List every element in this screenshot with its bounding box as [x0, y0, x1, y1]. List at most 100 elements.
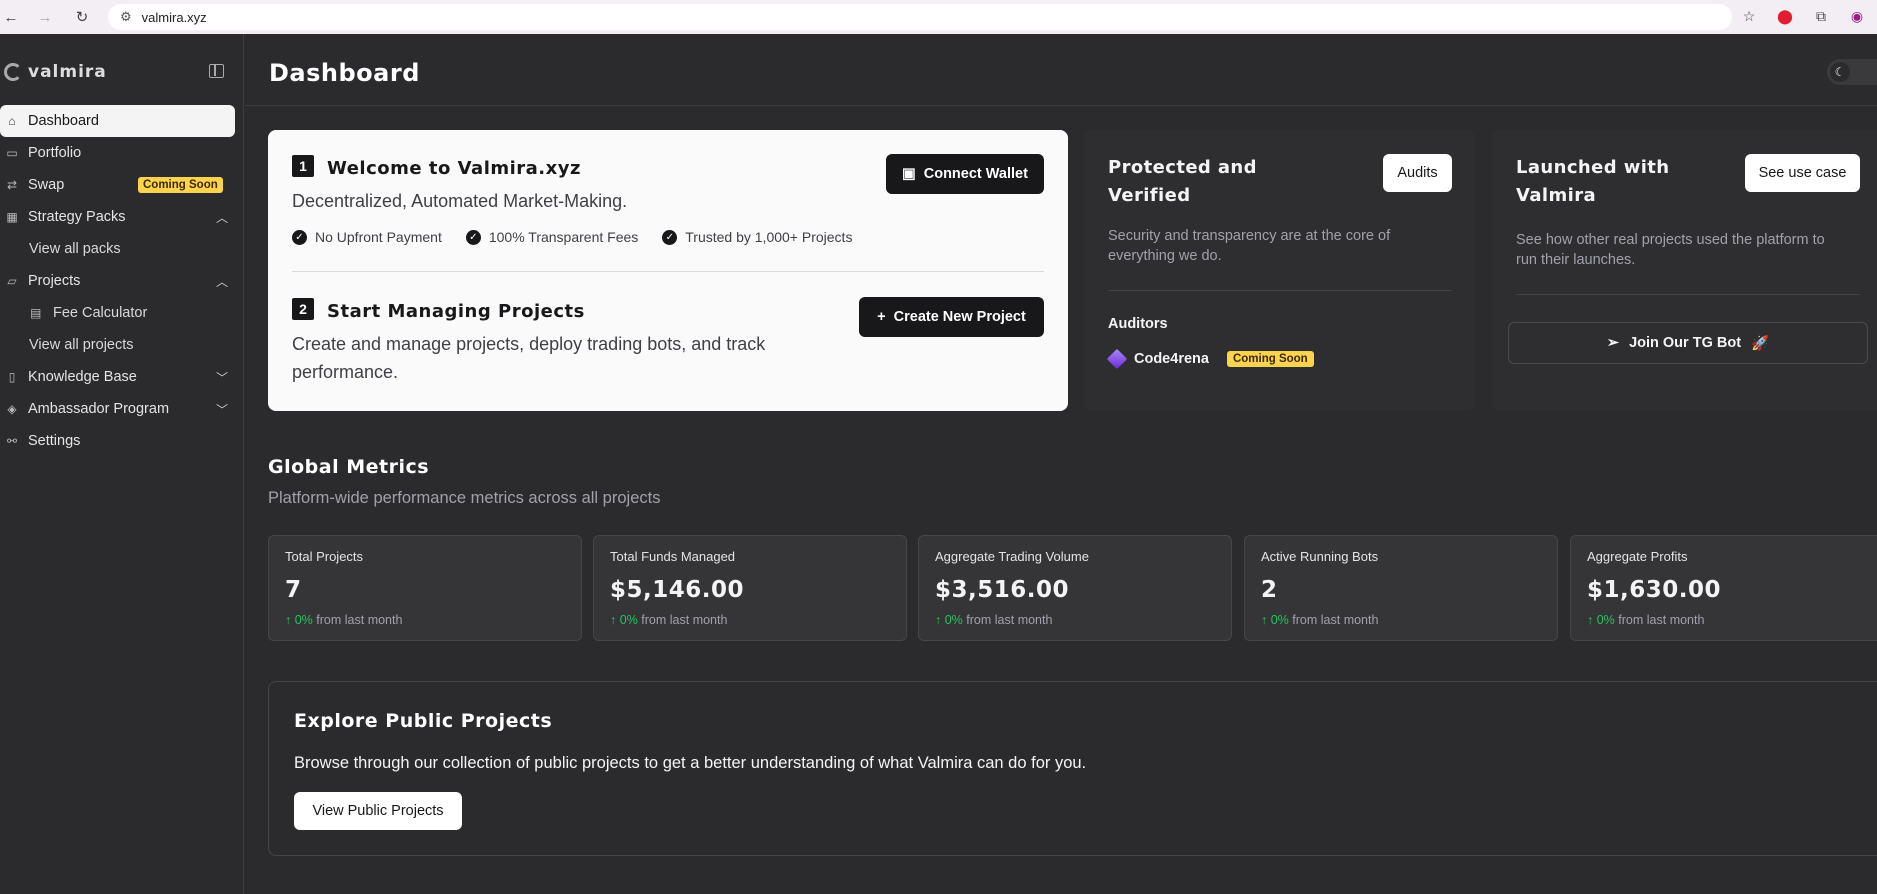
metric-label: Total Funds Managed: [610, 549, 736, 564]
metric-change: ↑ 0% from last month: [285, 613, 402, 627]
logo-icon: [4, 63, 22, 81]
page-title: Dashboard: [269, 59, 420, 87]
metric-label: Aggregate Trading Volume: [935, 549, 1089, 564]
chevron-up-icon: ︿: [215, 211, 228, 225]
site-info-icon[interactable]: ⚙: [120, 9, 132, 25]
reload-icon[interactable]: ↻: [71, 6, 93, 28]
sidebar-item-view-all-packs[interactable]: View all packs: [0, 233, 244, 265]
sidebar-item-label: View all projects: [29, 337, 134, 353]
rocket-emoji: 🚀: [1751, 335, 1770, 352]
create-new-project-button[interactable]: + Create New Project: [859, 297, 1044, 337]
metric-change: ↑ 0% from last month: [1587, 613, 1704, 627]
metric-change: ↑ 0% from last month: [1261, 613, 1378, 627]
sidebar-item-settings[interactable]: ⚯ Settings: [0, 425, 244, 457]
feature-label: 100% Transparent Fees: [488, 229, 639, 245]
arrow-up-icon: ↑: [1587, 613, 1597, 627]
coming-soon-badge: Coming Soon: [138, 177, 223, 193]
audits-button[interactable]: Audits: [1383, 154, 1452, 192]
sidebar-item-fee-calculator[interactable]: ▤ Fee Calculator: [0, 297, 244, 329]
address-bar[interactable]: ⚙ valmira.xyz: [108, 4, 1732, 30]
swap-icon: ⇄: [6, 178, 18, 192]
sidebar-item-knowledge-base[interactable]: ▯ Knowledge Base ﹀: [0, 361, 244, 393]
sidebar-item-view-all-projects[interactable]: View all projects: [0, 329, 244, 361]
metric-value: 7: [285, 577, 302, 603]
arrow-up-icon: ↑: [285, 613, 295, 627]
launched-title: Launched with Valmira: [1516, 154, 1670, 210]
metric-change-suffix: from last month: [966, 613, 1053, 627]
protected-verified-card: Protected and Verified Audits Security a…: [1084, 130, 1475, 411]
chevron-up-icon: ︿: [215, 275, 228, 289]
sidebar-item-label: Settings: [28, 433, 81, 449]
moon-icon: ☾: [1830, 62, 1850, 82]
sidebar-item-label: Dashboard: [28, 113, 99, 129]
join-tg-bot-button[interactable]: ➢ Join Our TG Bot 🚀: [1508, 322, 1868, 364]
check-circle-icon: ✓: [662, 229, 678, 245]
book-icon: ▯: [8, 370, 16, 384]
connect-wallet-button[interactable]: ▣ Connect Wallet: [886, 154, 1044, 194]
sidebar-item-swap[interactable]: ⇄ Swap Coming Soon: [0, 169, 244, 201]
metric-change-value: 0%: [944, 613, 963, 627]
extensions-puzzle-icon[interactable]: ⧉: [1811, 6, 1831, 26]
plus-icon: +: [877, 309, 886, 325]
see-use-case-button[interactable]: See use case: [1745, 154, 1860, 192]
wallet-icon: ▣: [902, 166, 916, 182]
metric-card-trading-volume: Aggregate Trading Volume $3,516.00 ↑ 0% …: [918, 535, 1232, 641]
forward-icon[interactable]: →: [34, 6, 56, 28]
auditor-code4rena[interactable]: Code4rena Coming Soon: [1106, 348, 1314, 370]
url-text: valmira.xyz: [141, 9, 207, 25]
metric-change-value: 0%: [1270, 613, 1289, 627]
connect-wallet-label: Connect Wallet: [923, 166, 1028, 182]
launched-desc-line1: See how other real projects used the pla…: [1516, 232, 1825, 248]
sidebar-item-dashboard[interactable]: ⌂ Dashboard: [0, 105, 235, 137]
metric-value: $3,516.00: [935, 577, 1069, 603]
divider: [292, 271, 1044, 272]
create-project-label: Create New Project: [893, 309, 1026, 325]
metric-value: $5,146.00: [610, 577, 744, 603]
feature-list: ✓ No Upfront Payment ✓ 100% Transparent …: [292, 229, 852, 245]
metric-change-suffix: from last month: [641, 613, 728, 627]
sidebar-item-portfolio[interactable]: ▭ Portfolio: [0, 137, 244, 169]
home-icon: ⌂: [8, 114, 16, 128]
code4rena-logo-icon: [1106, 348, 1128, 370]
sidebar-item-strategy-packs[interactable]: ▦ Strategy Packs ︿: [0, 201, 244, 233]
logo[interactable]: valmira: [4, 62, 107, 82]
arrow-up-icon: ↑: [610, 613, 620, 627]
launched-card: Launched with Valmira See use case See h…: [1492, 130, 1877, 411]
metric-card-active-bots: Active Running Bots 2 ↑ 0% from last mon…: [1244, 535, 1558, 641]
sidebar-item-label: Knowledge Base: [28, 369, 137, 385]
explore-description: Browse through our collection of public …: [294, 754, 1087, 772]
metric-value: 2: [1261, 577, 1278, 603]
folder-icon: ▱: [7, 274, 17, 288]
extension-shield-icon[interactable]: ⬤: [1775, 6, 1795, 26]
sidebar-item-label: Swap: [28, 177, 65, 193]
step-number-1: 1: [292, 155, 314, 177]
metric-change: ↑ 0% from last month: [610, 613, 727, 627]
sidebar: valmira ⌂ Dashboard ▭ Portfolio ⇄ Swap C…: [0, 34, 244, 894]
sidebar-item-projects[interactable]: ▱ Projects ︿: [0, 265, 244, 297]
launched-desc-line2: run their launches.: [1516, 252, 1636, 268]
metric-change-value: 0%: [1596, 613, 1615, 627]
divider: [1516, 294, 1860, 295]
bookmark-star-icon[interactable]: ☆: [1739, 6, 1759, 26]
metric-change-suffix: from last month: [1292, 613, 1379, 627]
welcome-card: 1 Welcome to Valmira.xyz Decentralized, …: [268, 130, 1068, 411]
explore-public-projects-card: Explore Public Projects Browse through o…: [268, 681, 1877, 856]
badge-icon: ◈: [7, 402, 17, 416]
back-icon[interactable]: ←: [0, 6, 22, 28]
metric-change: ↑ 0% from last month: [935, 613, 1052, 627]
auditor-name: Code4rena: [1134, 351, 1209, 367]
sidebar-nav: ⌂ Dashboard ▭ Portfolio ⇄ Swap Coming So…: [0, 105, 244, 457]
explore-title: Explore Public Projects: [294, 710, 553, 732]
sidebar-toggle-icon[interactable]: [209, 64, 224, 78]
protected-title-line2: Verified: [1108, 185, 1191, 206]
welcome-subtitle: Decentralized, Automated Market-Making.: [292, 191, 628, 211]
metric-label: Total Projects: [285, 549, 364, 564]
launched-title-line2: Valmira: [1516, 185, 1597, 206]
sidebar-item-ambassador-program[interactable]: ◈ Ambassador Program ﹀: [0, 393, 244, 425]
theme-toggle[interactable]: ☾: [1827, 59, 1877, 85]
metric-change-value: 0%: [619, 613, 638, 627]
profile-avatar-icon[interactable]: ◉: [1847, 6, 1867, 26]
arrow-up-icon: ↑: [1261, 613, 1271, 627]
view-public-projects-button[interactable]: View Public Projects: [294, 792, 462, 830]
page-header: Dashboard ☾: [245, 34, 1877, 106]
